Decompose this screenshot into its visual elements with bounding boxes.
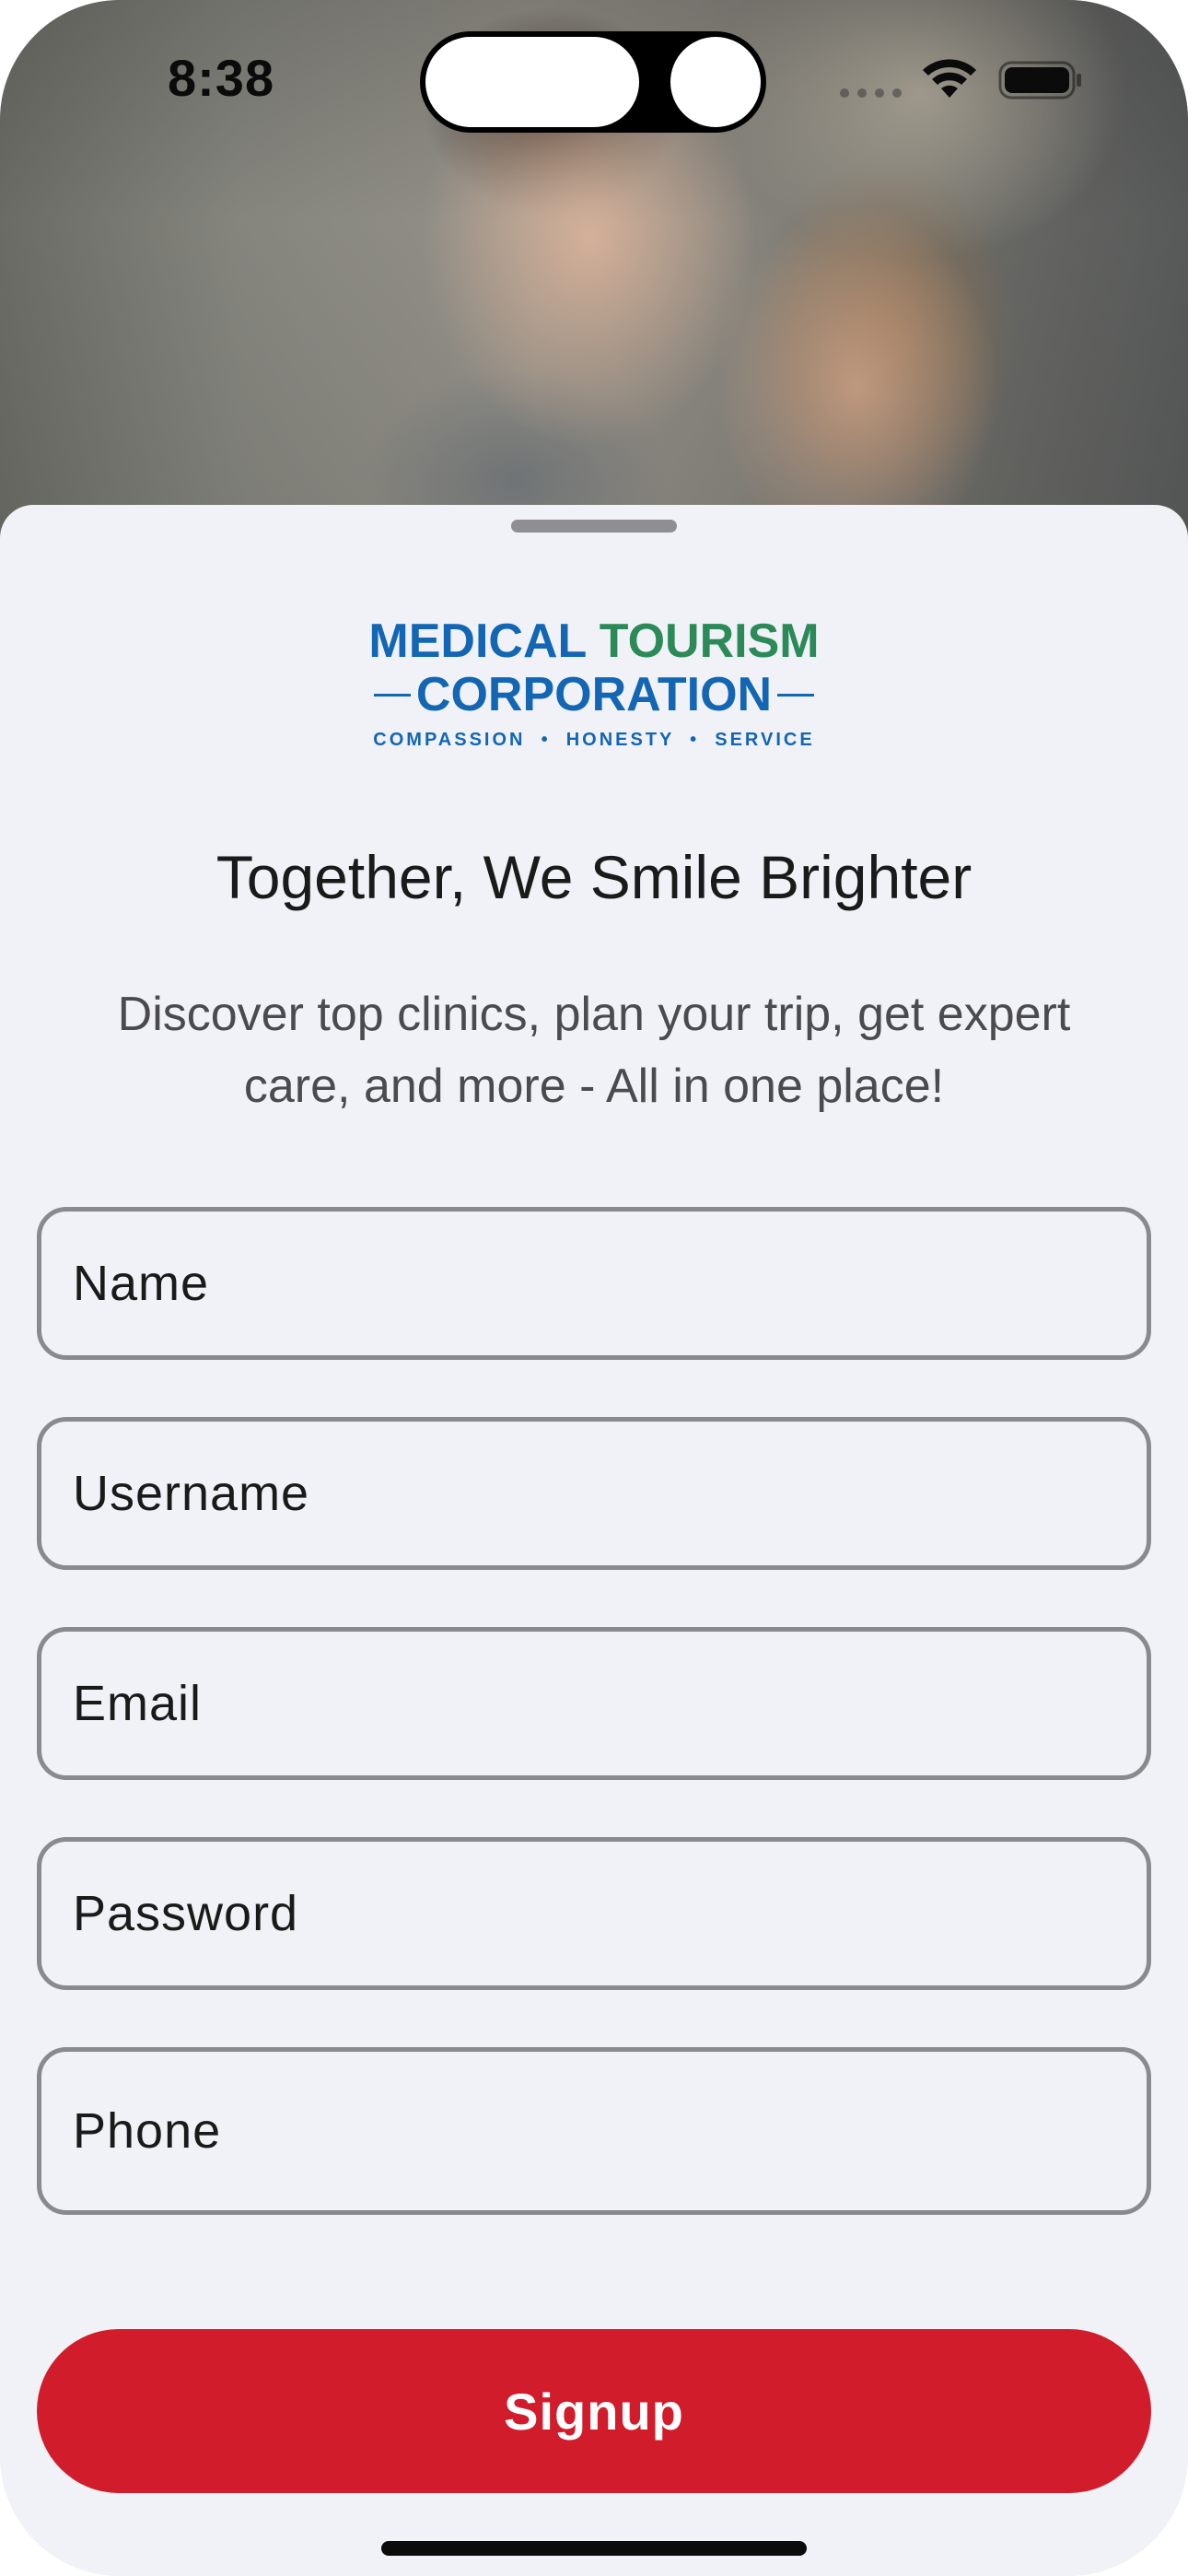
username-field[interactable] [37, 1417, 1151, 1570]
status-bar: 8:38 [0, 0, 1188, 157]
logo-word-corporation: CORPORATION [415, 668, 773, 721]
dynamic-island [420, 31, 766, 133]
page-title: Together, We Smile Brighter [215, 843, 973, 911]
email-field[interactable] [37, 1627, 1151, 1780]
logo-rule-right [777, 693, 814, 697]
status-time: 8:38 [168, 49, 275, 107]
password-field[interactable] [37, 1837, 1151, 1990]
logo-subtitle-row: CORPORATION [368, 665, 820, 724]
wifi-icon [923, 59, 976, 98]
battery-icon [998, 61, 1081, 100]
signup-button[interactable]: Signup [37, 2329, 1151, 2493]
page-subtitle: Discover top clinics, plan your trip, ge… [117, 988, 1071, 1113]
island-camera [670, 37, 761, 127]
logo-word-tourism: TOURISM [599, 615, 820, 668]
company-logo: MEDICAL TOURISM CORPORATION COMPASSION •… [368, 614, 820, 752]
logo-rule-left [374, 693, 411, 697]
island-pill [425, 37, 639, 127]
bottom-sheet: MEDICAL TOURISM CORPORATION COMPASSION •… [0, 505, 1188, 2576]
signal-icon [840, 88, 902, 98]
sheet-grabber[interactable] [511, 520, 677, 533]
name-field[interactable] [37, 1207, 1151, 1360]
signup-screen: 8:38 MEDICAL TOURISM CORPORATION COMPASS… [0, 0, 1188, 2576]
home-indicator[interactable] [381, 2541, 807, 2556]
logo-word-medical: MEDICAL [368, 615, 587, 668]
phone-field[interactable] [37, 2047, 1151, 2215]
logo-tagline: COMPASSION • HONESTY • SERVICE [373, 730, 815, 750]
logo-title: MEDICAL TOURISM [368, 614, 820, 669]
